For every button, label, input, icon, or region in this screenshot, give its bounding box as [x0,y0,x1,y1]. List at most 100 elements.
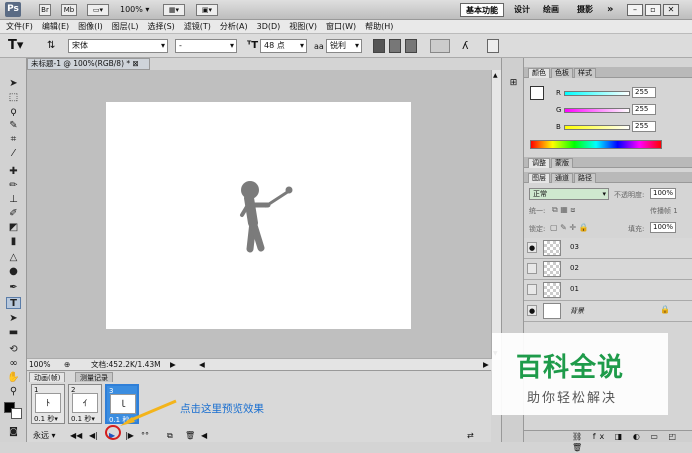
status-menu-arrow-icon[interactable]: ▶ [170,359,176,370]
quick-mask-icon[interactable]: ◙ [6,426,21,438]
tab-animation-frames[interactable]: 动画(帧) [29,372,66,382]
channel-b-value[interactable]: 255 [632,121,656,132]
more-workspaces-button[interactable]: » [602,3,618,17]
align-right-button[interactable] [405,39,417,53]
eraser-tool-icon[interactable]: ◩ [6,222,21,234]
hand-tool-icon[interactable]: ✋ [6,372,21,384]
layers-panel-footer-buttons[interactable]: ⛓ fx ◨ ◐ ▭ ◰ 🗑 [524,430,692,452]
workspace-photography-button[interactable]: 摄影 [572,3,598,17]
document-tab[interactable]: 未标题-1 @ 100%(RGB/8) * ⊠ [27,58,150,70]
animation-frame-2[interactable]: 2 ｲ 0.1 秒▾ [68,384,102,424]
workspace-essentials-button[interactable]: 基本功能 [460,3,504,17]
status-icon[interactable]: ⊕ [64,359,70,370]
brush-tool-icon[interactable]: ✏ [6,180,21,192]
scroll-up-icon[interactable]: ▲ [493,72,498,79]
menu-edit[interactable]: 编辑(E) [42,21,69,32]
tab-styles[interactable]: 样式 [574,68,596,78]
channel-g-value[interactable]: 255 [632,104,656,115]
workspace-painting-button[interactable]: 绘画 [538,3,564,17]
warp-text-icon[interactable]: ʎ [462,39,469,52]
lasso-tool-icon[interactable]: ϙ [6,106,21,118]
crop-tool-icon[interactable]: ⌗ [6,134,21,146]
duplicate-frame-button[interactable]: ⧉ [167,431,173,441]
3d-rotate-tool-icon[interactable]: ⟲ [6,344,21,356]
zoom-tool-icon[interactable]: ⚲ [6,386,21,398]
clone-stamp-tool-icon[interactable]: ⊥ [6,194,21,206]
background-color-swatch[interactable] [11,408,22,419]
menu-3d[interactable]: 3D(D) [257,22,281,31]
font-size-select[interactable]: 48 点 ▾ [260,39,307,53]
minimize-button[interactable]: – [627,4,643,16]
tab-color[interactable]: 颜色 [528,68,550,78]
color-spectrum-ramp[interactable] [530,140,662,149]
arrange-documents-icon[interactable]: ▦▾ [163,4,185,16]
font-style-select[interactable]: - ▾ [175,39,237,53]
timeline-mode-button[interactable]: ⇄ [467,431,474,441]
eye-icon[interactable]: ● [527,263,537,274]
delete-frame-button[interactable]: 🗑 [185,431,195,441]
layer-row-02[interactable]: ● 02 [524,259,692,280]
tab-masks[interactable]: 蒙版 [551,158,573,168]
menu-filter[interactable]: 滤镜(T) [184,21,211,32]
gradient-tool-icon[interactable]: ▮ [6,236,21,248]
bridge-icon[interactable]: Br [39,4,51,16]
type-tool-icon[interactable]: T [6,297,21,309]
menu-window[interactable]: 窗口(W) [326,21,356,32]
opacity-value[interactable]: 100% [650,188,676,199]
menu-help[interactable]: 帮助(H) [365,21,393,32]
vertical-scrollbar[interactable]: ▲ ▼ [491,70,501,360]
close-button[interactable]: ✕ [663,4,679,16]
tool-preset-picker[interactable]: T▾ [8,38,23,53]
layer-row-03[interactable]: ● 03 [524,238,692,259]
frame-delay-dropdown[interactable]: 0.1 秒▾ [71,414,95,424]
eyedropper-tool-icon[interactable]: ⁄ [6,148,21,160]
layer-row-01[interactable]: ● 01 [524,280,692,301]
menu-view[interactable]: 视图(V) [289,21,317,32]
zoom-level-dropdown[interactable]: 100% ▾ [120,5,149,14]
color-foreground-swatch[interactable] [530,86,544,100]
tween-button[interactable]: °° [141,431,149,441]
history-brush-tool-icon[interactable]: ✐ [6,208,21,220]
path-select-tool-icon[interactable]: ➤ [6,313,21,325]
tab-measurement-log[interactable]: 测量记录 [75,372,113,382]
next-frame-button[interactable]: |▶ [125,431,134,441]
tab-layers[interactable]: 图层 [528,173,550,183]
menu-layer[interactable]: 图层(L) [112,21,139,32]
align-left-button[interactable] [373,39,385,53]
channel-g-slider[interactable] [564,108,630,113]
screen-mode-icon[interactable]: ▣▾ [196,4,218,16]
workspace-design-button[interactable]: 设计 [509,3,535,17]
character-panel-icon[interactable] [487,39,499,53]
eye-icon[interactable]: ● [527,242,537,253]
tab-swatches[interactable]: 色板 [551,68,573,78]
healing-brush-tool-icon[interactable]: ✚ [6,166,21,178]
text-orientation-icon[interactable]: ⇅ [47,40,55,51]
fill-value[interactable]: 100% [650,222,676,233]
blend-mode-select[interactable]: 正常 ▾ [529,188,609,200]
previous-frame-button[interactable]: ◀| [89,431,98,441]
channel-r-value[interactable]: 255 [632,87,656,98]
channel-b-slider[interactable] [564,125,630,130]
font-family-select[interactable]: 宋体 ▾ [68,39,168,53]
timeline-scroll-left-icon[interactable]: ◀ [201,431,207,441]
menu-file[interactable]: 文件(F) [6,21,33,32]
tab-paths[interactable]: 路径 [574,173,596,183]
menu-select[interactable]: 选择(S) [147,21,174,32]
align-center-button[interactable] [389,39,401,53]
scroll-right-icon[interactable]: ▶ [483,359,489,370]
channel-r-slider[interactable] [564,91,630,96]
blur-tool-icon[interactable]: △ [6,252,21,264]
pen-tool-icon[interactable]: ✒ [6,282,21,294]
tab-channels[interactable]: 通道 [551,173,573,183]
quick-select-tool-icon[interactable]: ✎ [6,120,21,132]
maximize-button[interactable]: ▫ [645,4,661,16]
move-tool-icon[interactable]: ➤ [6,78,21,90]
menu-image[interactable]: 图像(I) [78,21,103,32]
lock-icons[interactable]: ▢ ✎ ✛ 🔒 [550,223,589,232]
loop-options-dropdown[interactable]: 永远 ▾ [33,431,56,441]
frame-delay-dropdown[interactable]: 0.1 秒▾ [34,414,58,424]
status-zoom[interactable]: 100% [29,359,50,370]
history-panel-icon[interactable]: ⊞ [507,78,520,91]
eye-icon[interactable]: ● [527,284,537,295]
eye-icon[interactable]: ● [527,305,537,316]
